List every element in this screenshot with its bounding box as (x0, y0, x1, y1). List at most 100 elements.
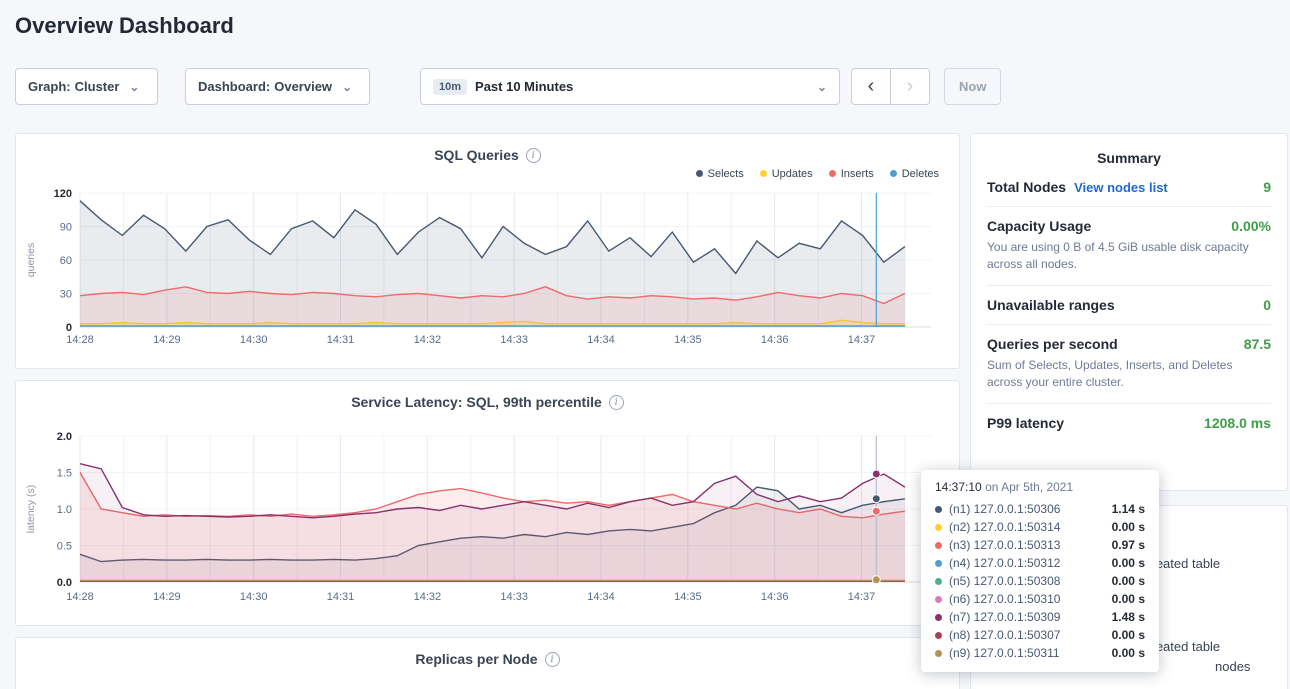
chart-title-sql-queries: SQL Queries (434, 147, 519, 163)
node-address: (n2) 127.0.0.1:50314 (949, 520, 1060, 534)
time-range-label: Past 10 Minutes (475, 79, 573, 94)
tooltip-row: (n8) 127.0.0.1:50307 0.00 s (935, 626, 1145, 644)
svg-text:2.0: 2.0 (57, 431, 72, 443)
summary-row: P99 latency1208.0 ms (987, 404, 1271, 442)
summary-row: Capacity Usage0.00%You are using 0 B of … (987, 207, 1271, 286)
graph-dropdown-value: Cluster (75, 79, 120, 94)
latency-value: 1.14 s (1112, 502, 1145, 516)
tooltip-row: (n6) 127.0.0.1:50310 0.00 s (935, 590, 1145, 608)
sql-queries-chart[interactable]: 030609012014:2814:2914:3014:3114:3214:33… (22, 183, 943, 351)
node-address: (n3) 127.0.0.1:50313 (949, 538, 1060, 552)
latency-value: 1.48 s (1112, 610, 1145, 624)
legend-dot-icon (829, 170, 836, 177)
chart-title-service-latency: Service Latency: SQL, 99th percentile (351, 394, 602, 410)
svg-text:1.0: 1.0 (57, 504, 72, 516)
chart-title-replicas-per-node: Replicas per Node (415, 651, 537, 667)
summary-value: 0 (1263, 297, 1271, 313)
node-address: (n6) 127.0.0.1:50310 (949, 592, 1060, 606)
svg-text:30: 30 (60, 289, 72, 301)
node-address: (n7) 127.0.0.1:50309 (949, 610, 1060, 624)
series-dot-icon (935, 578, 942, 585)
graph-dropdown-label: Graph: (28, 79, 71, 94)
dashboard-dropdown[interactable]: Dashboard: Overview ⌄ (185, 68, 370, 105)
latency-value: 0.00 s (1112, 628, 1145, 642)
legend-label: Inserts (841, 168, 874, 180)
summary-label: Unavailable ranges (987, 297, 1115, 313)
summary-row: Total NodesView nodes list9 (987, 168, 1271, 207)
tooltip-row: (n2) 127.0.0.1:50314 0.00 s (935, 518, 1145, 536)
chevron-down-icon: ⌄ (817, 81, 827, 93)
now-button[interactable]: Now (944, 68, 1001, 105)
svg-text:14:33: 14:33 (500, 334, 528, 346)
svg-text:14:34: 14:34 (587, 591, 615, 603)
series-dot-icon (935, 632, 942, 639)
tooltip-row: (n3) 127.0.0.1:503130.97 s (935, 536, 1145, 554)
info-icon[interactable]: i (526, 148, 541, 163)
sql-queries-chart-card: SQL Queries i SelectsUpdatesInsertsDelet… (15, 133, 960, 369)
legend-label: Updates (772, 168, 813, 180)
svg-text:14:29: 14:29 (153, 334, 181, 346)
svg-text:14:32: 14:32 (414, 334, 442, 346)
svg-text:14:28: 14:28 (66, 591, 94, 603)
svg-text:14:37: 14:37 (848, 334, 876, 346)
service-latency-chart-card: Service Latency: SQL, 99th percentile i … (15, 380, 960, 626)
series-dot-icon (935, 560, 942, 567)
service-latency-chart[interactable]: 0.00.51.01.52.014:2814:2914:3014:3114:32… (22, 424, 943, 608)
dashboard-dropdown-value: Overview (274, 79, 332, 94)
legend-dot-icon (696, 170, 703, 177)
tooltip-header: 14:37:10 on Apr 5th, 2021 (935, 480, 1145, 494)
node-address: (n9) 127.0.0.1:50311 (949, 646, 1060, 660)
node-address: (n4) 127.0.0.1:50312 (949, 556, 1060, 570)
summary-label: P99 latency (987, 415, 1064, 431)
svg-text:14:32: 14:32 (414, 591, 442, 603)
svg-text:latency (s): latency (s) (25, 485, 37, 533)
svg-text:14:34: 14:34 (587, 334, 615, 346)
node-address: (n5) 127.0.0.1:50308 (949, 574, 1060, 588)
summary-description: Sum of Selects, Updates, Inserts, and De… (987, 357, 1271, 392)
chevron-right-icon: › (907, 75, 914, 98)
svg-text:14:36: 14:36 (761, 334, 789, 346)
chart-hover-tooltip: 14:37:10 on Apr 5th, 2021 (n1) 127.0.0.1… (921, 470, 1159, 672)
svg-text:0.0: 0.0 (57, 577, 72, 589)
latency-value: 0.00 s (1112, 574, 1145, 588)
series-dot-icon (935, 650, 942, 657)
svg-text:queries: queries (25, 243, 37, 277)
info-icon[interactable]: i (545, 652, 560, 667)
node-address: (n8) 127.0.0.1:50307 (949, 628, 1060, 642)
graph-dropdown[interactable]: Graph: Cluster ⌄ (15, 68, 158, 105)
summary-label: Capacity Usage (987, 218, 1091, 234)
tooltip-row: (n7) 127.0.0.1:50309 1.48 s (935, 608, 1145, 626)
tooltip-row: (n9) 127.0.0.1:50311 0.00 s (935, 644, 1145, 662)
summary-label: Queries per second (987, 336, 1118, 352)
time-next-button[interactable]: › (890, 68, 930, 105)
latency-value: 0.00 s (1112, 520, 1145, 534)
time-range-dropdown[interactable]: 10m Past 10 Minutes ⌄ (420, 68, 840, 105)
svg-text:90: 90 (60, 222, 72, 234)
summary-value: 9 (1263, 179, 1271, 195)
svg-text:14:30: 14:30 (240, 591, 268, 603)
latency-value: 0.00 s (1112, 646, 1145, 660)
svg-text:14:35: 14:35 (674, 591, 702, 603)
chart-legend: SelectsUpdatesInsertsDeletes (16, 163, 959, 179)
tooltip-row: (n4) 127.0.0.1:503120.00 s (935, 554, 1145, 572)
tooltip-date: on Apr 5th, 2021 (985, 480, 1073, 494)
view-nodes-link[interactable]: View nodes list (1074, 180, 1168, 195)
tooltip-time: 14:37:10 (935, 480, 982, 494)
summary-description: You are using 0 B of 4.5 GiB usable disk… (987, 239, 1271, 274)
legend-item: Updates (760, 168, 813, 180)
series-dot-icon (935, 614, 942, 621)
page-title: Overview Dashboard (15, 13, 234, 39)
node-address: (n1) 127.0.0.1:50306 (949, 502, 1060, 516)
info-icon[interactable]: i (609, 395, 624, 410)
replicas-per-node-chart-card: Replicas per Node i (15, 637, 960, 689)
series-dot-icon (935, 524, 942, 531)
svg-text:14:37: 14:37 (848, 591, 876, 603)
event-item[interactable]: nodes (1215, 659, 1250, 674)
time-prev-button[interactable]: ‹ (851, 68, 891, 105)
chevron-left-icon: ‹ (868, 75, 875, 98)
svg-text:14:28: 14:28 (66, 334, 94, 346)
svg-text:120: 120 (54, 188, 72, 200)
latency-value: 0.00 s (1112, 592, 1145, 606)
summary-value: 87.5 (1244, 336, 1271, 352)
summary-row: Unavailable ranges 0 (987, 286, 1271, 325)
